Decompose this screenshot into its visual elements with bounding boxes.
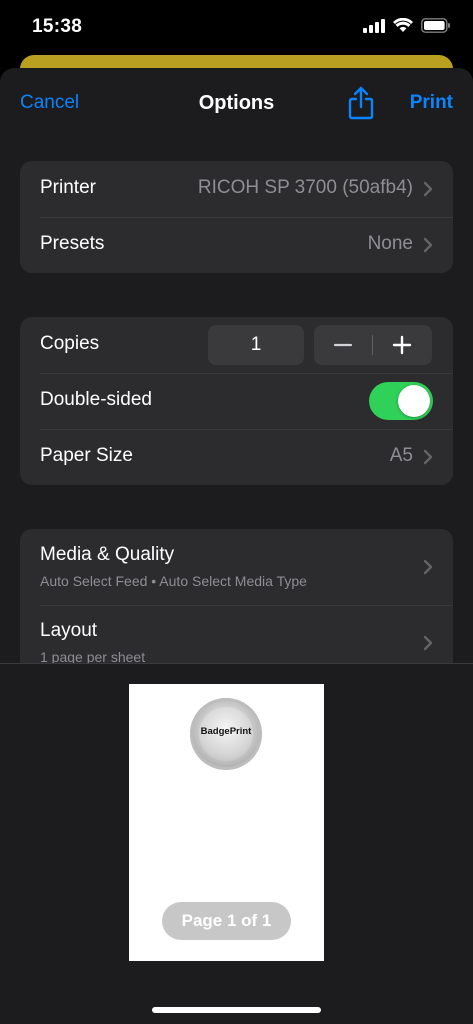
presets-row[interactable]: Presets None [20,217,453,273]
battery-icon [421,18,450,33]
home-indicator[interactable] [152,1007,321,1013]
paper-size-row[interactable]: Paper Size A5 [20,429,453,485]
printer-label: Printer [40,177,96,198]
chevron-right-icon [423,449,433,465]
presets-value: None [367,233,413,254]
copies-row: Copies 1 [20,317,453,373]
copies-count-field[interactable]: 1 [208,325,304,365]
chevron-right-icon [423,237,433,253]
page-indicator: Page 1 of 1 [162,902,291,940]
double-sided-label: Double-sided [40,389,152,410]
copies-stepper [314,325,432,365]
print-preview-area: BadgePrint Page 1 of 1 [0,663,473,1024]
decrement-copies-button[interactable] [314,325,373,365]
badge-text: BadgePrint [200,726,252,737]
paper-size-label: Paper Size [40,445,133,466]
double-sided-row: Double-sided [20,373,453,429]
chevron-right-icon [423,559,433,575]
toggle-knob [398,385,430,417]
layout-label: Layout [40,620,98,641]
status-time: 15:38 [32,16,83,37]
status-icons [363,18,451,33]
printer-value: RICOH SP 3700 (50afb4) [197,177,413,198]
media-quality-row[interactable]: Media & Quality Auto Select Feed • Auto … [20,529,453,605]
double-sided-toggle[interactable] [369,382,433,420]
share-icon [348,86,374,120]
wifi-icon [393,18,413,32]
page-preview[interactable]: BadgePrint Page 1 of 1 [129,684,324,961]
increment-copies-button[interactable] [373,325,432,365]
printer-settings-group: Printer RICOH SP 3700 (50afb4) Presets N… [20,161,453,273]
printer-row[interactable]: Printer RICOH SP 3700 (50afb4) [20,161,453,217]
print-options-sheet: Cancel Options Print Printer RICOH SP 37… [0,68,473,1024]
print-settings-group: Copies 1 Double-sided Paper Size A5 [20,317,453,485]
copies-label: Copies [40,333,100,354]
badge-logo: BadgePrint [190,698,262,770]
cancel-button[interactable]: Cancel [20,92,79,114]
plus-icon [392,335,412,355]
share-button[interactable] [346,86,376,120]
chevron-right-icon [423,635,433,651]
paper-size-value: A5 [389,445,413,466]
status-bar: 15:38 [0,0,473,58]
media-quality-label: Media & Quality [40,544,175,565]
print-button[interactable]: Print [410,92,453,114]
cellular-signal-icon [363,18,385,33]
chevron-right-icon [423,181,433,197]
presets-label: Presets [40,233,105,254]
nav-bar: Cancel Options Print [0,68,473,140]
media-quality-subtitle: Auto Select Feed • Auto Select Media Typ… [40,573,307,589]
minus-icon [333,343,353,347]
